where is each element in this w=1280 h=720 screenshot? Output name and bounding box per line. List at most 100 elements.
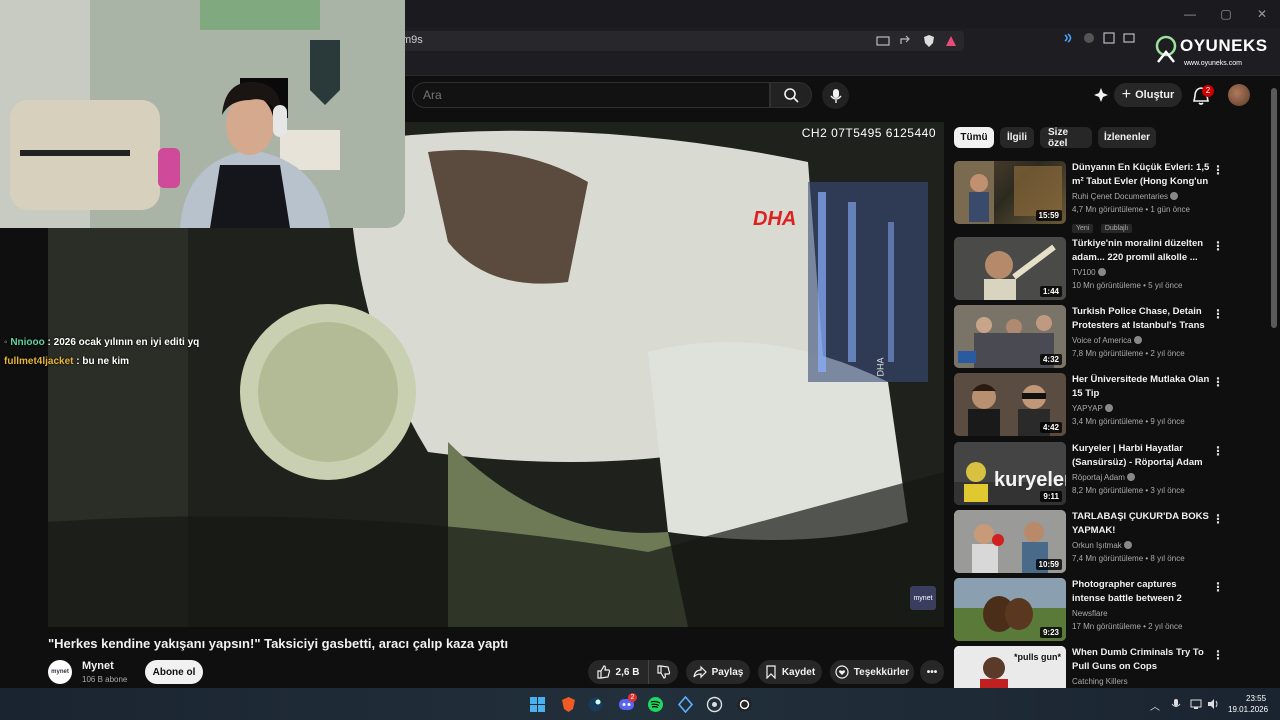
save-button[interactable]: Kaydet bbox=[758, 660, 822, 684]
page-scrollbar[interactable] bbox=[1271, 88, 1277, 328]
channel-avatar[interactable]: mynet bbox=[48, 660, 72, 684]
chat-check-icon: ◦ bbox=[4, 337, 8, 348]
voice-search-button[interactable] bbox=[822, 82, 849, 109]
more-options-icon[interactable]: ⋮ bbox=[1212, 648, 1224, 662]
verified-icon bbox=[1123, 541, 1132, 549]
video-title[interactable]: Dünyanın En Küçük Evleri: 1,5 m² Tabut E… bbox=[1072, 161, 1210, 188]
sidebar-icon[interactable] bbox=[1122, 31, 1136, 45]
video-title[interactable]: Turkish Police Chase, Detain Protesters … bbox=[1072, 305, 1210, 332]
tray-volume-icon[interactable] bbox=[1207, 698, 1219, 710]
chip-for-you[interactable]: Size özel bbox=[1040, 127, 1092, 149]
channel-name-text: YAPYAP bbox=[1072, 404, 1103, 413]
search-button[interactable] bbox=[770, 82, 812, 108]
channel-name: Voice of America bbox=[1072, 336, 1142, 345]
more-options-icon[interactable]: ⋮ bbox=[1212, 307, 1224, 321]
more-options-icon[interactable]: ⋮ bbox=[1212, 444, 1224, 458]
video-title[interactable]: Kuryeler | Harbi Hayatlar (Sansürsüz) - … bbox=[1072, 442, 1210, 469]
brave-shield-icon[interactable] bbox=[922, 34, 936, 48]
channel-name-text: Röportaj Adam bbox=[1072, 473, 1125, 482]
recommendation-item[interactable]: *pulls gun* When Dumb Criminals Try To P… bbox=[954, 646, 1224, 688]
more-options-icon[interactable]: ⋮ bbox=[1212, 512, 1224, 526]
recommendation-item[interactable]: 9:23 Photographer captures intense battl… bbox=[954, 578, 1224, 642]
video-thumbnail[interactable]: 1:44 bbox=[954, 237, 1066, 300]
extension-circle-icon[interactable] bbox=[1082, 31, 1096, 45]
windows-start-icon[interactable] bbox=[529, 696, 546, 713]
thanks-button[interactable]: Teşekkürler bbox=[830, 660, 914, 684]
chip-watched[interactable]: İzlenenler bbox=[1098, 127, 1156, 148]
account-avatar[interactable] bbox=[1228, 84, 1250, 106]
maximize-button[interactable]: ▢ bbox=[1208, 0, 1244, 28]
rewards-icon[interactable] bbox=[944, 34, 958, 48]
video-thumbnail[interactable]: *pulls gun* bbox=[954, 646, 1066, 688]
search-input[interactable] bbox=[423, 88, 753, 102]
share-button[interactable]: Paylaş bbox=[686, 660, 750, 684]
wallet-icon[interactable] bbox=[1062, 31, 1076, 45]
recommendation-item[interactable]: 10:59 TARLABAŞI ÇUKUR'DA BOKS YAPMAK! Or… bbox=[954, 510, 1224, 574]
verified-icon bbox=[1170, 192, 1179, 200]
search-box[interactable] bbox=[412, 82, 770, 108]
video-title[interactable]: Photographer captures intense battle bet… bbox=[1072, 578, 1210, 605]
vpn-app-icon[interactable] bbox=[677, 696, 694, 713]
share-icon[interactable] bbox=[898, 34, 912, 48]
brave-browser-icon[interactable] bbox=[560, 696, 577, 713]
video-meta: 7,8 Mn görüntüleme • 2 yıl önce bbox=[1072, 349, 1185, 358]
video-thumbnail[interactable]: 10:59 bbox=[954, 510, 1066, 573]
like-button[interactable]: 2,6 B bbox=[588, 660, 648, 684]
window-controls: — ▢ ✕ bbox=[1172, 0, 1280, 28]
video-thumbnail[interactable]: 9:23 bbox=[954, 578, 1066, 641]
video-title[interactable]: Her Üniversitede Mutlaka Olan 15 Tip bbox=[1072, 373, 1210, 400]
screen-recorder-icon[interactable] bbox=[706, 696, 723, 713]
channel-name-text: Ruhi Çenet Documentaries bbox=[1072, 192, 1169, 201]
chat-text: : 2026 ocak yılının en iyi editi yq bbox=[47, 337, 200, 348]
url-text: m9s bbox=[402, 34, 423, 46]
tag-new: Yeni bbox=[1072, 224, 1094, 233]
puzzle-icon[interactable] bbox=[1102, 31, 1116, 45]
video-thumbnail[interactable]: 4:42 bbox=[954, 373, 1066, 436]
verified-icon bbox=[1126, 473, 1135, 481]
spotify-icon[interactable] bbox=[647, 696, 664, 713]
create-button[interactable]: + Oluştur bbox=[1114, 83, 1182, 107]
tray-mic-icon[interactable] bbox=[1170, 698, 1182, 710]
ai-spark-icon[interactable] bbox=[1092, 86, 1110, 104]
recommendation-item[interactable]: 4:32 Turkish Police Chase, Detain Protes… bbox=[954, 305, 1224, 369]
url-field[interactable]: m9s bbox=[392, 31, 964, 51]
video-thumbnail[interactable]: 15:59 bbox=[954, 161, 1066, 224]
more-options-icon[interactable]: ⋮ bbox=[1212, 375, 1224, 389]
dislike-button[interactable] bbox=[648, 660, 678, 684]
windows-taskbar bbox=[0, 688, 1280, 720]
more-options-icon[interactable]: ⋮ bbox=[1212, 239, 1224, 253]
thanks-heart-icon bbox=[835, 665, 849, 679]
chip-related[interactable]: İlgili bbox=[1000, 127, 1034, 148]
recommendation-item[interactable]: 15:59 Dünyanın En Küçük Evleri: 1,5 m² T… bbox=[954, 161, 1224, 233]
tray-network-icon[interactable] bbox=[1190, 698, 1202, 710]
video-thumbnail[interactable]: kuryeler 9:11 bbox=[954, 442, 1066, 505]
more-actions-button[interactable]: ••• bbox=[920, 660, 944, 684]
more-options-icon[interactable]: ⋮ bbox=[1212, 163, 1224, 177]
recommendation-item[interactable]: 1:44 Türkiye'nin moralini düzelten adam.… bbox=[954, 237, 1224, 301]
thumbnail-text: kuryeler bbox=[994, 469, 1066, 491]
chip-all[interactable]: Tümü bbox=[954, 127, 994, 148]
thumbnail-art: *pulls gun* bbox=[954, 646, 1066, 688]
video-thumbnail[interactable]: 4:32 bbox=[954, 305, 1066, 368]
plus-icon: + bbox=[1121, 86, 1132, 103]
mynet-corner-logo: mynet bbox=[910, 586, 936, 610]
more-options-icon[interactable]: ⋮ bbox=[1212, 580, 1224, 594]
video-title[interactable]: Türkiye'nin moralini düzelten adam... 22… bbox=[1072, 237, 1210, 264]
subscribe-button[interactable]: Abone ol bbox=[145, 660, 203, 684]
steam-icon[interactable] bbox=[587, 696, 604, 713]
video-duration: 4:42 bbox=[1039, 422, 1062, 433]
obs-icon[interactable] bbox=[736, 696, 753, 713]
tag-dubbed: Dublajlı bbox=[1100, 224, 1133, 233]
minimize-button[interactable]: — bbox=[1172, 0, 1208, 28]
channel-name[interactable]: Mynet bbox=[82, 660, 114, 672]
close-button[interactable]: ✕ bbox=[1244, 0, 1280, 28]
recommendation-item[interactable]: kuryeler 9:11 Kuryeler | Harbi Hayatlar … bbox=[954, 442, 1224, 506]
tray-chevron-icon[interactable]: ︿ bbox=[1150, 698, 1160, 713]
video-title[interactable]: When Dumb Criminals Try To Pull Guns on … bbox=[1072, 646, 1210, 673]
taskbar-date[interactable]: 19.01.2026 bbox=[1228, 705, 1268, 714]
video-title[interactable]: TARLABAŞI ÇUKUR'DA BOKS YAPMAK! bbox=[1072, 510, 1210, 537]
recommendation-item[interactable]: 4:42 Her Üniversitede Mutlaka Olan 15 Ti… bbox=[954, 373, 1224, 437]
screen-cast-icon[interactable] bbox=[876, 34, 890, 48]
channel-name-text: Orkun Işıtmak bbox=[1072, 541, 1122, 550]
taskbar-time[interactable]: 23:55 bbox=[1246, 694, 1266, 703]
